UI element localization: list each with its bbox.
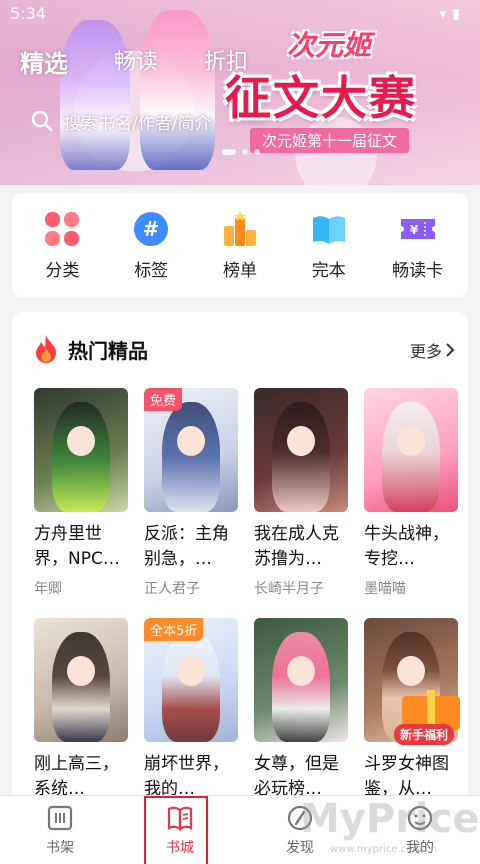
book-card[interactable]: 我在成人克苏撸为… 长崎半月子 [254,388,348,618]
cover-figure [272,402,330,512]
tab-unlimited-read[interactable]: 畅读 [114,44,158,79]
section-header: 热门精品 [32,334,148,364]
nav-label: 书城 [166,840,194,856]
cover-face [177,426,205,456]
status-time: 5:34 [10,4,46,23]
category-rankings[interactable]: 榜单 [200,210,280,281]
book-cover [254,388,348,512]
category-label: 榜单 [222,260,257,281]
nav-discover[interactable]: 发现 [260,798,340,862]
book-cover [254,618,348,742]
book-card[interactable]: 免费 反派：主角别急，… 正人君子 [144,388,238,618]
book-cover: 全本5折 [144,618,238,742]
category-read-card[interactable]: ¥ 畅读卡 [378,210,458,281]
promo-banner[interactable]: 5:34 ▾▮ 精选 畅读 折扣 搜索书名/作者/简介 次元姬 征文大赛 次元姬… [0,0,480,185]
cover-figure [272,632,330,742]
cover-face [67,656,95,686]
half-price-badge: 全本5折 [144,618,204,641]
more-link[interactable]: 更多 [410,338,456,362]
cover-figure [382,402,440,512]
search-placeholder: 搜索书名/作者/简介 [64,113,212,134]
nav-bookshelf[interactable]: 书架 [20,798,100,862]
open-book-icon [312,215,345,244]
book-author: 墨喵喵 [364,581,406,597]
newbie-gift-badge[interactable]: 新手福利 [394,680,468,750]
book-cover [34,388,128,512]
tab-featured[interactable]: 精选 [20,44,68,79]
bookshelf-icon [47,805,73,831]
category-completed[interactable]: 完本 [289,210,369,281]
section-title: 热门精品 [68,338,148,363]
discover-icon [287,805,313,831]
nav-label: 书架 [46,840,74,856]
promo-title: 次元姬 征文大赛 [225,24,465,125]
cover-figure [52,632,110,742]
book-cover: 免费 [144,388,238,512]
cover-face [67,426,95,456]
book-cover [34,618,128,742]
nav-profile[interactable]: 我的 [380,798,460,862]
cover-face [177,656,205,686]
bookstore-icon [167,806,193,832]
promo-subtitle: 次元姬第十一届征文 [250,128,410,153]
carousel-indicator [222,149,260,155]
cover-figure [162,402,220,512]
trophy-icon [223,210,256,246]
cover-face [287,426,315,456]
banner-character-illustration [140,10,215,170]
svg-text:#: # [143,217,160,241]
battery-icon: ▮ [452,6,466,22]
category-label: 标签 [134,260,169,281]
category-label: 畅读卡 [392,260,444,281]
flame-icon [36,335,56,363]
hashtag-icon: # [134,211,169,246]
more-label: 更多 [409,342,442,361]
nav-label: 我的 [406,840,434,856]
book-grid: 方舟里世界，NPC… 年卿 免费 反派：主角别急，… 正人君子 我在成人克苏撸为… [34,388,460,848]
bottom-navigation: 书架 书城 发现 我的 [0,795,480,864]
hot-picks-section: 热门精品 更多 方舟里世界，NPC… 年卿 免费 反派：主角别急，… 正人君子 [12,312,468,812]
free-badge: 免费 [144,388,183,411]
clover-icon [45,211,80,246]
promo-title-small: 次元姬 [287,29,372,62]
promo-title-large: 征文大赛 [225,71,417,125]
category-tags[interactable]: # 标签 [111,210,191,281]
nav-label: 发现 [286,840,314,856]
category-label: 完本 [311,260,346,281]
chevron-right-icon [446,343,455,357]
category-label: 分类 [45,260,80,281]
cover-figure [52,402,110,512]
wifi-icon: ▾ [439,6,453,22]
book-title: 牛头战神，专挖… [364,524,449,569]
status-icons: ▾▮ [439,6,466,22]
carousel-dot-active [222,149,236,155]
carousel-dot [254,149,260,155]
book-title: 我在成人克苏撸为… [254,524,339,569]
svg-text:¥: ¥ [409,223,418,237]
category-shortcuts: 分类 # 标签 榜单 完本 ¥ 畅读卡 [12,193,468,297]
book-card[interactable]: 方舟里世界，NPC… 年卿 [34,388,128,618]
gift-label: 新手福利 [394,724,455,745]
carousel-dot [242,149,248,155]
nav-bookstore[interactable]: 书城 [140,796,220,864]
ticket-icon: ¥ [400,218,435,239]
book-title: 方舟里世界，NPC… [34,524,120,569]
top-tabs: 精选 畅读 折扣 [20,44,248,79]
search-icon [31,110,53,132]
banner-character-illustration [60,20,130,170]
book-author: 长崎半月子 [254,581,324,597]
cover-figure [162,632,220,742]
profile-icon [407,805,433,831]
book-title: 反派：主角别急，… [144,524,229,569]
book-author: 正人君子 [144,581,200,597]
cover-face [397,426,425,456]
category-classify[interactable]: 分类 [22,210,102,281]
book-card[interactable]: 牛头战神，专挖… 墨喵喵 [364,388,458,618]
book-cover [364,388,458,512]
cover-face [287,656,315,686]
book-author: 年卿 [34,581,62,597]
